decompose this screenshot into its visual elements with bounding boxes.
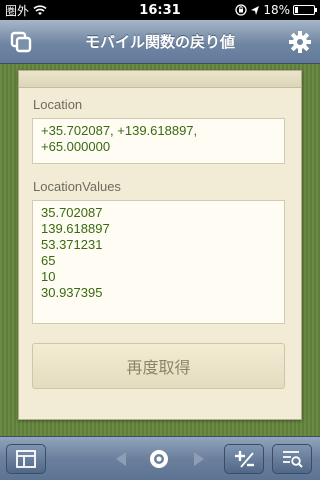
location-values-item: 35.702087 <box>41 205 103 220</box>
battery-icon <box>293 5 317 15</box>
record-icon[interactable] <box>146 446 172 472</box>
battery-percent: 18% <box>263 3 290 17</box>
rotation-lock-icon <box>235 4 247 16</box>
location-arrow-icon <box>251 5 260 15</box>
forward-arrow-icon[interactable] <box>186 446 212 472</box>
location-values-field: 35.702087 139.618897 53.371231 65 10 30.… <box>32 200 285 324</box>
status-bar: 圏外 16:31 18% <box>0 0 320 20</box>
result-card: Location +35.702087, +139.618897, +65.00… <box>18 70 302 420</box>
status-right: 18% <box>235 3 317 17</box>
back-arrow-icon[interactable] <box>108 446 134 472</box>
carrier-text: 圏外 <box>5 3 30 18</box>
layout-icon[interactable] <box>6 444 46 474</box>
card-header <box>19 71 301 88</box>
wifi-icon <box>33 4 47 15</box>
gear-icon[interactable] <box>288 30 312 54</box>
nav-bar: モバイル関数の戻り値 <box>0 20 320 64</box>
location-values-label: LocationValues <box>33 179 121 194</box>
location-values-item: 53.371231 <box>41 237 103 252</box>
location-value-line: +65.000000 <box>41 139 111 154</box>
location-values-item: 65 <box>41 253 56 268</box>
tabs-icon[interactable] <box>10 31 32 53</box>
location-field: +35.702087, +139.618897, +65.000000 <box>32 118 285 164</box>
reget-button[interactable]: 再度取得 <box>32 343 285 389</box>
plus-minus-icon[interactable] <box>224 444 264 474</box>
search-list-icon[interactable] <box>272 444 312 474</box>
location-values-item: 30.937395 <box>41 285 103 300</box>
battery-level <box>295 7 299 13</box>
location-values-item: 139.618897 <box>41 221 110 236</box>
location-value-line: +35.702087, +139.618897, <box>41 123 198 138</box>
page-title: モバイル関数の戻り値 <box>84 33 235 51</box>
location-values-item: 10 <box>41 269 56 284</box>
status-left: 圏外 <box>5 2 47 19</box>
bottom-toolbar <box>0 436 320 480</box>
location-label: Location <box>33 97 83 112</box>
